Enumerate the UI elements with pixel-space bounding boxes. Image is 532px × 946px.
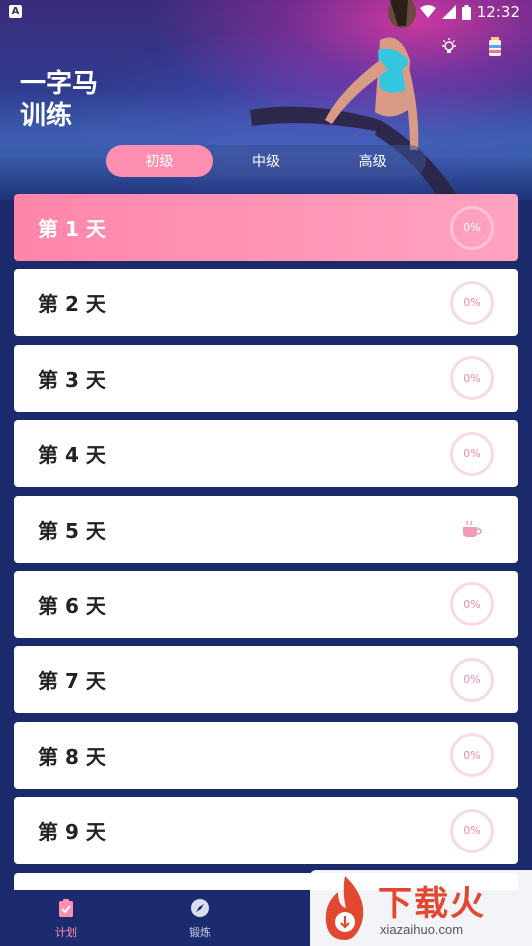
compass-icon: [191, 899, 209, 917]
day-label: 第 9 天: [38, 820, 106, 845]
level-tabs: 初级 中级 高级: [106, 145, 426, 177]
watermark: 下载火 xiazaihuo.com: [310, 870, 532, 946]
day-card-4[interactable]: 第 4 天 0%: [14, 420, 518, 488]
watermark-text: 下载火: [378, 884, 486, 924]
clipboard-icon: [59, 899, 73, 917]
day-list: 第 1 天 0% 第 2 天 0% 第 3 天 0% 第 4 天 0% 第 5 …: [14, 194, 518, 901]
day-card-1[interactable]: 第 1 天 0%: [14, 194, 518, 261]
progress-ring: 0%: [450, 205, 494, 250]
day-card-5[interactable]: 第 5 天: [14, 495, 518, 563]
progress-ring: 0%: [450, 582, 494, 627]
tab-intermediate[interactable]: 中级: [213, 145, 320, 177]
day-card-9[interactable]: 第 9 天 0%: [14, 797, 518, 865]
notification-badge: A: [9, 5, 22, 18]
nav-plan-label: 计划: [55, 926, 77, 939]
day-card-7[interactable]: 第 7 天 0%: [14, 646, 518, 714]
day-label: 第 6 天: [38, 593, 106, 618]
battery-icon: [461, 4, 471, 20]
day-card-6[interactable]: 第 6 天 0%: [14, 570, 518, 638]
progress-ring: 0%: [450, 733, 494, 778]
header-actions: [440, 36, 504, 58]
day-label: 第 2 天: [38, 292, 106, 317]
wifi-icon: [419, 5, 436, 18]
day-label: 第 4 天: [38, 443, 106, 468]
day-label: 第 8 天: [38, 744, 106, 769]
lightbulb-icon[interactable]: [440, 36, 458, 58]
day-card-2[interactable]: 第 2 天 0%: [14, 269, 518, 337]
day-card-8[interactable]: 第 8 天 0%: [14, 721, 518, 789]
signal-icon: [441, 5, 456, 19]
watermark-url: xiazaihuo.com: [380, 922, 464, 937]
day-label: 第 3 天: [38, 367, 106, 392]
nav-workout[interactable]: 锻炼: [170, 898, 230, 940]
progress-ring: 0%: [450, 808, 494, 853]
progress-ring: 0%: [450, 356, 494, 401]
nav-workout-label: 锻炼: [189, 926, 211, 939]
page-title: 一字马 训练: [20, 69, 99, 131]
status-right: 12:32: [419, 3, 520, 21]
tab-advanced[interactable]: 高级: [319, 145, 426, 177]
status-bar: A 12:32: [0, 0, 532, 24]
progress-ring: 0%: [450, 280, 494, 325]
coffee-cup-icon: [463, 520, 482, 538]
nav-plan[interactable]: 计划: [36, 898, 96, 940]
tab-beginner[interactable]: 初级: [106, 145, 213, 177]
clock: 12:32: [476, 3, 520, 21]
bottle-icon[interactable]: [486, 36, 504, 58]
day-label: 第 5 天: [38, 518, 106, 543]
progress-ring: 0%: [450, 431, 494, 476]
flame-logo-icon: [325, 876, 364, 940]
progress-ring: 0%: [450, 657, 494, 702]
day-label: 第 1 天: [38, 217, 106, 241]
day-card-3[interactable]: 第 3 天 0%: [14, 344, 518, 412]
day-label: 第 7 天: [38, 669, 106, 694]
